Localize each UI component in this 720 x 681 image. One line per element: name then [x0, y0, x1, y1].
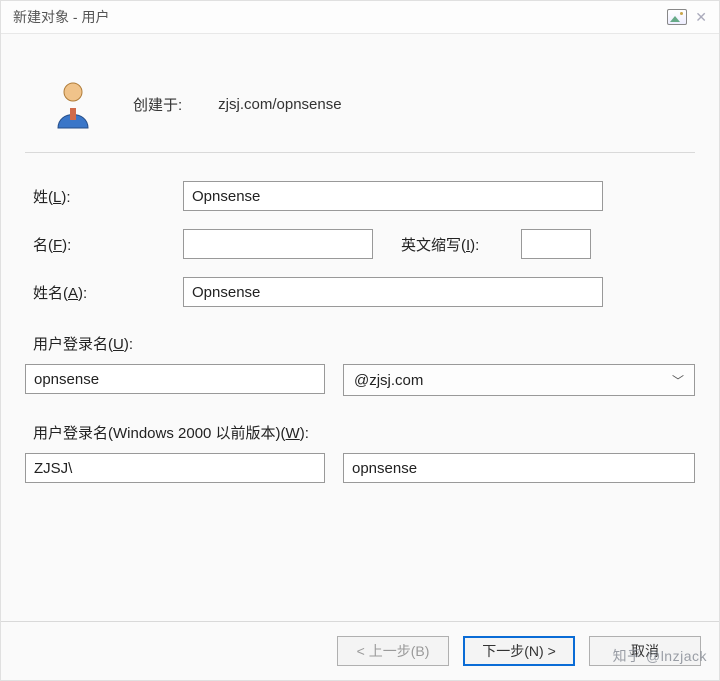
user-icon — [49, 75, 97, 133]
chevron-down-icon: ﹀ — [672, 372, 684, 389]
row-fullname: 姓名(A): — [25, 277, 695, 307]
next-button[interactable]: 下一步(N) > — [463, 636, 575, 666]
titlebar: 新建对象 - 用户 ✕ — [1, 1, 719, 34]
logon-nt-label: 用户登录名(Windows 2000 以前版本)(W): — [25, 422, 695, 443]
header-row: 创建于: zjsj.com/opnsense — [25, 64, 695, 144]
logon-label: 用户登录名(U): — [25, 333, 695, 354]
initials-label: 英文缩写(I): — [401, 234, 521, 255]
footer: < 上一步(B) 下一步(N) > 取消 知乎 @lnzjack — [1, 621, 719, 680]
separator — [25, 152, 695, 153]
given-input[interactable] — [183, 229, 373, 259]
back-button: < 上一步(B) — [337, 636, 449, 666]
created-in-path: zjsj.com/opnsense — [218, 96, 341, 113]
row-given: 名(F): 英文缩写(I): — [25, 229, 695, 259]
form: 姓(L): 名(F): 英文缩写(I): 姓名(A): — [25, 181, 695, 483]
row-logon: @zjsj.com ﹀ — [25, 364, 695, 396]
dialog-new-user: 新建对象 - 用户 ✕ 创建于: zjsj.com/opnsense 姓(L): — [0, 0, 720, 681]
upn-domain-value: @zjsj.com — [354, 372, 423, 389]
pin-icon[interactable]: ✕ — [695, 9, 707, 26]
created-in-label: 创建于: — [133, 94, 182, 115]
nt-user-input[interactable] — [343, 453, 695, 483]
upn-domain-select[interactable]: @zjsj.com ﹀ — [343, 364, 695, 396]
cancel-button[interactable]: 取消 — [589, 636, 701, 666]
image-icon[interactable] — [667, 9, 687, 25]
nt-domain-input — [25, 453, 325, 483]
surname-input[interactable] — [183, 181, 603, 211]
row-logon-nt — [25, 453, 695, 483]
logon-input[interactable] — [25, 364, 325, 394]
surname-label: 姓(L): — [25, 186, 183, 207]
fullname-input[interactable] — [183, 277, 603, 307]
given-label: 名(F): — [25, 234, 183, 255]
fullname-label: 姓名(A): — [25, 282, 183, 303]
initials-input[interactable] — [521, 229, 591, 259]
row-surname: 姓(L): — [25, 181, 695, 211]
dialog-title: 新建对象 - 用户 — [13, 7, 109, 27]
